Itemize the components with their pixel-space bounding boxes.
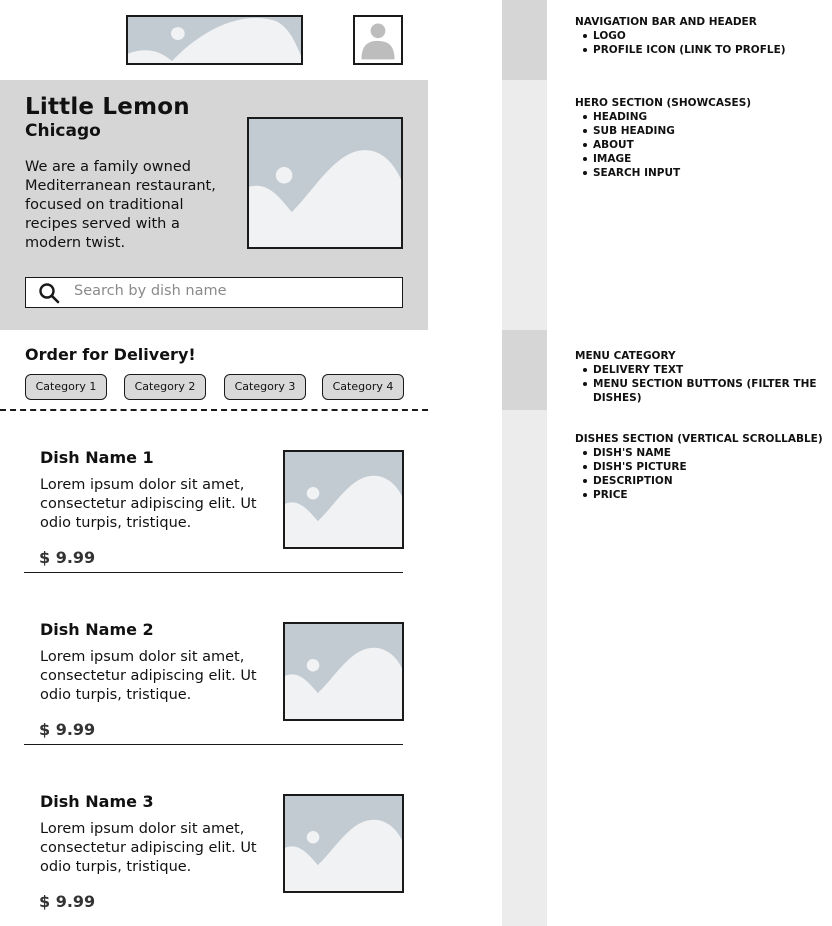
menu-category-section-marker xyxy=(502,330,547,410)
dish-description: Lorem ipsum dolor sit amet, consectetur … xyxy=(40,649,257,703)
annotation-item: DESCRIPTION xyxy=(583,474,830,488)
annotation-item: DELIVERY TEXT xyxy=(583,363,825,377)
section-marker-strip xyxy=(502,0,547,926)
profile-icon[interactable] xyxy=(353,15,403,65)
logo-placeholder-icon[interactable] xyxy=(126,15,303,65)
annotation-item: SUB HEADING xyxy=(583,124,825,138)
annotation-title: DISHES SECTION (VERTICAL SCROLLABLE) xyxy=(575,433,823,445)
dish-name: Dish Name 1 xyxy=(40,448,154,467)
annotation-item: SEARCH INPUT xyxy=(583,166,825,180)
dish-item[interactable]: Dish Name 3 Lorem ipsum dolor sit amet, … xyxy=(0,792,428,926)
search-input[interactable]: Search by dish name xyxy=(25,277,403,308)
dish-description: Lorem ipsum dolor sit amet, consectetur … xyxy=(40,477,257,531)
category-3-button[interactable]: Category 3 xyxy=(224,374,306,400)
dish-item[interactable]: Dish Name 1 Lorem ipsum dolor sit amet, … xyxy=(0,448,428,620)
annotation-hero: HERO SECTION (SHOWCASES) HEADING SUB HEA… xyxy=(575,96,825,180)
annotation-item: IMAGE xyxy=(583,152,825,166)
dish-description: Lorem ipsum dolor sit amet, consectetur … xyxy=(40,821,257,875)
hero-section: Little Lemon Chicago We are a family own… xyxy=(0,80,428,330)
annotation-item: PRICE xyxy=(583,488,830,502)
search-icon xyxy=(38,282,60,304)
section-divider xyxy=(0,409,428,411)
dish-name: Dish Name 3 xyxy=(40,792,154,811)
annotation-menu-category: MENU CATEGORY DELIVERY TEXT MENU SECTION… xyxy=(575,349,825,405)
dish-item[interactable]: Dish Name 2 Lorem ipsum dolor sit amet, … xyxy=(0,620,428,792)
annotation-item: ABOUT xyxy=(583,138,825,152)
annotation-item: DISH'S PICTURE xyxy=(583,460,830,474)
delivery-text: Order for Delivery! xyxy=(25,345,196,364)
hero-about-text: We are a family owned Mediterranean rest… xyxy=(25,159,216,251)
hero-image-placeholder-icon xyxy=(247,117,403,249)
annotation-title: MENU CATEGORY xyxy=(575,350,676,362)
annotation-title: NAVIGATION BAR AND HEADER xyxy=(575,16,757,28)
dish-price: $ 9.99 xyxy=(39,720,96,739)
annotation-item: PROFILE ICON (LINK TO PROFLE) xyxy=(583,43,825,57)
category-2-button[interactable]: Category 2 xyxy=(124,374,206,400)
dish-divider xyxy=(24,572,403,573)
dish-image-placeholder-icon xyxy=(283,622,404,721)
hero-subheading: Chicago xyxy=(25,121,101,141)
annotation-navigation: NAVIGATION BAR AND HEADER LOGO PROFILE I… xyxy=(575,15,825,57)
dish-name: Dish Name 2 xyxy=(40,620,154,639)
annotation-item: MENU SECTION BUTTONS (FILTER THE DISHES) xyxy=(583,377,825,405)
annotation-dishes: DISHES SECTION (VERTICAL SCROLLABLE) DIS… xyxy=(575,432,830,502)
dish-image-placeholder-icon xyxy=(283,450,404,549)
category-4-button[interactable]: Category 4 xyxy=(322,374,404,400)
search-placeholder: Search by dish name xyxy=(74,283,227,299)
hero-heading: Little Lemon xyxy=(25,94,190,120)
dish-image-placeholder-icon xyxy=(283,794,404,893)
annotation-item: HEADING xyxy=(583,110,825,124)
dish-price: $ 9.99 xyxy=(39,892,96,911)
annotation-title: HERO SECTION (SHOWCASES) xyxy=(575,97,752,109)
category-1-button[interactable]: Category 1 xyxy=(25,374,107,400)
annotation-item: LOGO xyxy=(583,29,825,43)
dish-divider xyxy=(24,744,403,745)
wireframe-page: Little Lemon Chicago We are a family own… xyxy=(0,0,832,926)
header-section-marker xyxy=(502,0,547,80)
dish-price: $ 9.99 xyxy=(39,548,96,567)
annotation-item: DISH'S NAME xyxy=(583,446,830,460)
